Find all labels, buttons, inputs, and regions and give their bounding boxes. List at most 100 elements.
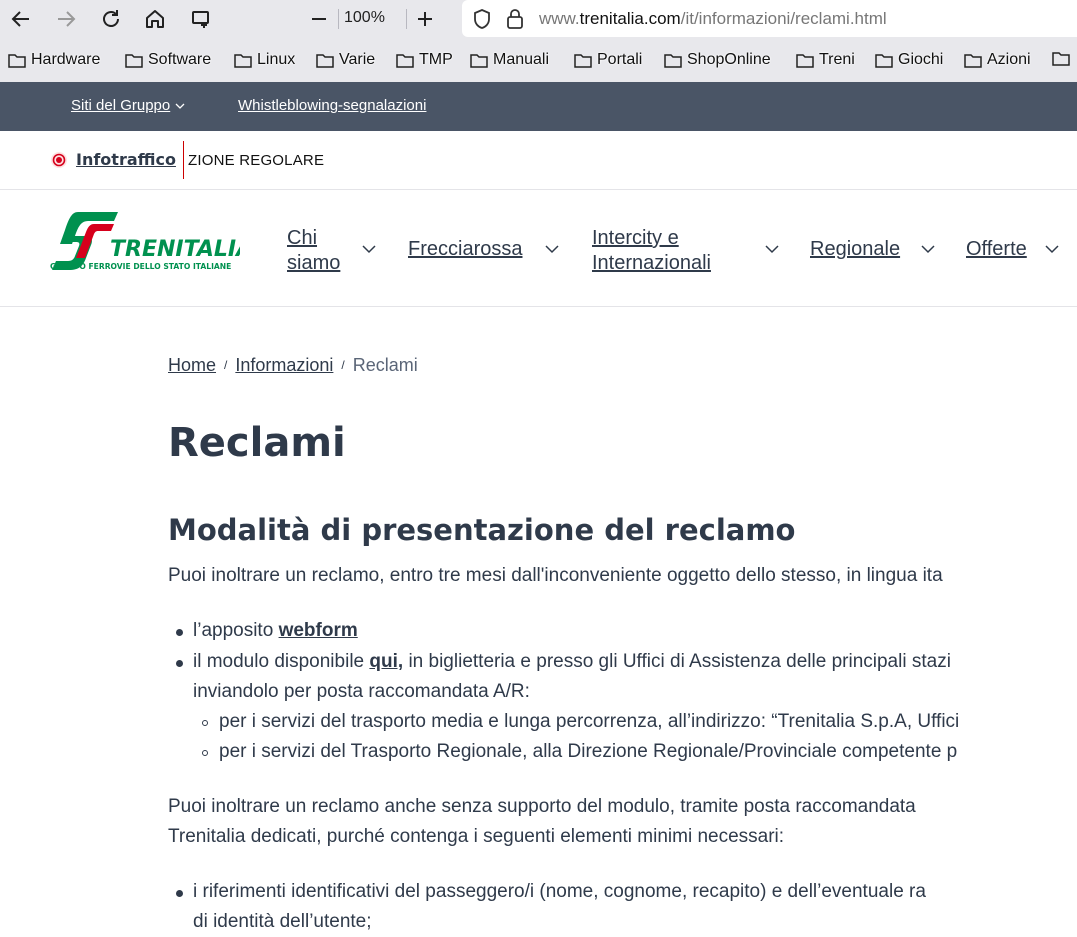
section-title: Modalità di presentazione del reclamo <box>168 513 796 547</box>
folder-icon <box>796 53 814 68</box>
sublist-bullet <box>202 720 208 726</box>
minus-icon <box>312 18 326 20</box>
extension-button[interactable] <box>186 4 216 34</box>
url-bar[interactable]: www.trenitalia.com/it/informazioni/recla… <box>462 0 1077 37</box>
breadcrumb-current: Reclami <box>352 355 418 375</box>
chevron-down-icon <box>175 103 185 109</box>
logo-subtitle: GRUPPO FERROVIE DELLO STATO ITALIANE <box>50 262 231 271</box>
nav-offerte[interactable]: Offerte <box>966 237 1027 262</box>
zoom-level[interactable]: 100% <box>344 9 385 27</box>
bookmark-folder[interactable]: Manuali <box>470 51 549 69</box>
list-item-continuation: di identità dell’utente; <box>193 911 372 932</box>
nav-regionale-label: Regionale <box>810 238 901 260</box>
folder-icon <box>470 53 488 68</box>
nav-regionale[interactable]: Regionale <box>810 237 900 262</box>
breadcrumb-home[interactable]: Home <box>168 355 216 375</box>
intro-paragraph: Puoi inoltrare un reclamo, entro tre mes… <box>168 565 943 586</box>
chevron-down-icon[interactable] <box>765 243 779 255</box>
bookmark-folder[interactable]: Treni <box>796 51 855 69</box>
forward-button[interactable] <box>51 4 81 34</box>
bookmark-label: Linux <box>257 51 296 68</box>
bookmark-folder[interactable]: Software <box>125 51 211 69</box>
folder-icon <box>664 53 682 68</box>
breadcrumb-separator: / <box>341 358 345 372</box>
webform-link[interactable]: webform <box>279 620 358 641</box>
modulo-qui-link[interactable]: qui, <box>369 651 403 672</box>
folder-icon <box>125 53 143 68</box>
shield-icon[interactable] <box>472 8 492 30</box>
bookmark-folder[interactable]: Varie <box>316 51 375 69</box>
reload-icon <box>103 10 119 27</box>
bookmark-label: ShopOnline <box>687 51 771 68</box>
back-button[interactable] <box>6 4 36 34</box>
lock-icon[interactable] <box>506 8 524 30</box>
folder-icon <box>396 53 414 68</box>
trenitalia-logo[interactable]: TRENITALIA GRUPPO FERROVIE DELLO STATO I… <box>50 210 240 272</box>
bookmark-folder[interactable]: Portali <box>574 51 642 69</box>
arrow-right-icon <box>58 11 76 27</box>
folder-icon <box>1052 52 1070 66</box>
list-bullet <box>176 890 183 897</box>
list-bullet <box>176 660 183 667</box>
bookmark-folder[interactable]: ShopOnline <box>664 51 771 69</box>
bookmark-folder[interactable]: Giochi <box>875 51 943 69</box>
url-text[interactable]: www.trenitalia.com/it/informazioni/recla… <box>539 9 887 29</box>
folder-icon <box>964 53 982 68</box>
paragraph-line: Trenitalia dedicati, purché contenga i s… <box>168 826 785 847</box>
whistleblowing-link[interactable]: Whistleblowing-segnalazioni <box>238 97 426 114</box>
breadcrumb: Home / Informazioni / Reclami <box>168 355 418 376</box>
plus-icon <box>418 12 432 26</box>
breadcrumb-separator: / <box>224 358 228 372</box>
zoom-out-button[interactable] <box>304 4 334 34</box>
list-item: il modulo disponibile qui, in biglietter… <box>193 651 951 672</box>
bookmark-folder-overflow[interactable] <box>1052 51 1075 66</box>
reload-button[interactable] <box>96 4 126 34</box>
folder-icon <box>316 53 334 68</box>
arrow-left-icon <box>11 11 29 27</box>
group-bar: Siti del Gruppo Whistleblowing-segnalazi… <box>0 82 1077 131</box>
chevron-down-icon[interactable] <box>1045 243 1059 255</box>
nav-offerte-label: Offerte <box>966 238 1027 260</box>
sublist-bullet <box>202 750 208 756</box>
extension-icon <box>192 11 209 28</box>
zoom-in-button[interactable] <box>410 4 440 34</box>
page-title: Reclami <box>168 420 346 466</box>
bookmark-folder[interactable]: Azioni <box>964 51 1031 69</box>
bookmark-folder[interactable]: TMP <box>396 51 453 69</box>
zoom-separator <box>338 9 339 29</box>
chevron-down-icon[interactable] <box>921 243 935 255</box>
bookmark-label: Varie <box>339 51 376 68</box>
bookmark-label: Software <box>148 51 212 68</box>
list-item-continuation: inviandolo per posta raccomandata A/R: <box>193 681 530 702</box>
siti-gruppo-link[interactable]: Siti del Gruppo <box>71 97 186 114</box>
folder-icon <box>8 53 26 68</box>
folder-icon <box>574 53 592 68</box>
folder-icon <box>234 53 252 68</box>
sublist-item: per i servizi del Trasporto Regionale, a… <box>219 741 958 762</box>
infotraffico-link[interactable]: Infotraffico <box>76 150 176 169</box>
nav-frecciarossa[interactable]: Frecciarossa <box>408 237 522 262</box>
folder-icon <box>875 53 893 68</box>
chevron-down-icon[interactable] <box>545 243 559 255</box>
bookmark-folder[interactable]: Linux <box>234 51 295 69</box>
infotraffico-separator <box>183 141 184 179</box>
home-icon <box>146 10 164 28</box>
paragraph-line: Puoi inoltrare un reclamo anche senza su… <box>168 796 916 817</box>
zoom-separator <box>406 9 407 29</box>
bookmark-label: Manuali <box>493 51 550 68</box>
breadcrumb-informazioni[interactable]: Informazioni <box>235 355 333 375</box>
logo-text: TRENITALIA <box>110 237 240 262</box>
nav-chi-siamo-label: Chi siamo <box>287 227 341 274</box>
bookmark-label: Hardware <box>31 51 101 68</box>
nav-chi-siamo[interactable]: Chi siamo <box>287 226 340 276</box>
browser-toolbar: 100% www.trenitalia.com/it/informazioni/… <box>0 0 1077 37</box>
chevron-down-icon[interactable] <box>362 243 376 255</box>
infotraffico-ticker: ZIONE REGOLARE <box>188 152 325 169</box>
home-button[interactable] <box>140 4 170 34</box>
nav-intercity-label: Intercity e Internazionali <box>592 227 711 274</box>
nav-intercity[interactable]: Intercity e Internazionali <box>592 226 711 276</box>
bookmarks-bar: Hardware Software Linux Varie TMP Manuali Port… <box>0 37 1077 82</box>
bookmark-label: Giochi <box>898 51 944 68</box>
nav-frecciarossa-label: Frecciarossa <box>408 238 523 260</box>
bookmark-folder[interactable]: Hardware <box>8 51 100 69</box>
